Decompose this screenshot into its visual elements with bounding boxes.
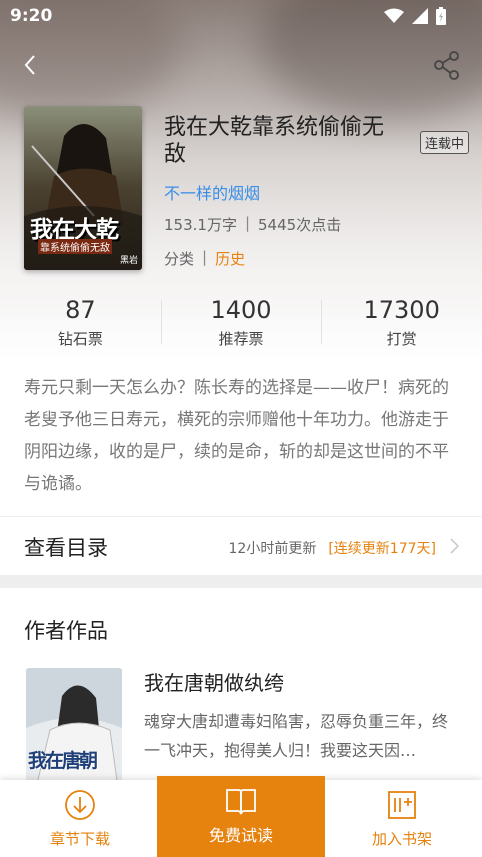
word-count: 153.1万字 — [164, 216, 237, 234]
wifi-icon — [384, 8, 404, 23]
download-icon — [65, 790, 95, 820]
battery-icon — [436, 7, 446, 25]
chevron-right-icon — [450, 538, 460, 554]
share-button[interactable] — [430, 48, 464, 82]
status-icons — [384, 7, 446, 25]
add-to-shelf-label: 加入书架 — [371, 830, 432, 848]
category-label: 分类 — [164, 250, 195, 268]
book-category: 分类 | 历史 — [164, 248, 245, 269]
signal-icon — [412, 8, 428, 24]
share-icon — [434, 51, 459, 80]
add-to-shelf-button[interactable]: 加入书架 — [322, 780, 482, 857]
author-link[interactable]: 不一样的烟烟 — [164, 180, 260, 204]
section-gap — [0, 575, 482, 588]
toc-update-streak: [连续更新177天] — [328, 541, 436, 557]
category-value[interactable]: 历史 — [215, 248, 245, 269]
stat-tips[interactable]: 17300 打赏 — [321, 292, 482, 354]
stat-value: 87 — [65, 296, 96, 324]
download-chapters-button[interactable]: 章节下载 — [0, 780, 160, 857]
cover-brand: 黑岩 — [119, 256, 138, 266]
stat-value: 1400 — [210, 296, 272, 324]
category-separator: | — [202, 248, 208, 266]
toc-label: 查看目录 — [24, 536, 108, 560]
stats-row: 87 钻石票 1400 推荐票 17300 打赏 — [0, 292, 482, 354]
book-intro[interactable]: 寿元只剩一天怎么办？陈长寿的选择是——收尸！病死的老叟予他三日寿元，横死的宗师赠… — [24, 372, 464, 500]
cover-subtitle-text: 靠系统偷偷无敌 — [38, 239, 112, 254]
meta-separator: | — [244, 214, 251, 232]
stat-label: 打赏 — [386, 330, 417, 348]
free-read-label: 免费试读 — [208, 826, 273, 845]
toc-update-info: 12小时前更新 [连续更新177天] — [229, 538, 436, 558]
status-time: 9:20 — [10, 6, 53, 26]
work-cover[interactable]: 我在唐朝 — [26, 668, 122, 788]
stat-recommend-votes[interactable]: 1400 推荐票 — [160, 292, 322, 354]
toc-updated-time: 12小时前更新 — [228, 541, 317, 557]
book-cover[interactable]: 我在大乾 靠系统偷偷无敌 黑岩 — [24, 106, 142, 270]
status-badge: 连载中 — [420, 131, 470, 154]
work-description: 魂穿大唐却遭毒妇陷害，忍辱负重三年，终一飞冲天，抱得美人归！我要这天因… — [144, 712, 449, 760]
book-meta: 153.1万字 | 5445次点击 — [164, 214, 341, 235]
bottom-action-bar: 章节下载 免费试读 加入书架 — [0, 776, 482, 857]
add-to-shelf-icon — [388, 791, 416, 819]
back-button[interactable] — [16, 50, 46, 80]
click-count: 5445次点击 — [258, 216, 342, 234]
free-read-button[interactable]: 免费试读 — [157, 776, 325, 857]
book-title: 我在大乾靠系统偷偷无敌 — [164, 115, 385, 167]
toc-row[interactable]: 查看目录 12小时前更新 [连续更新177天] — [0, 517, 482, 575]
back-icon — [24, 55, 35, 75]
stat-label: 钻石票 — [57, 330, 103, 348]
work-title[interactable]: 我在唐朝做纨绔 — [144, 667, 284, 696]
author-works-title: 作者作品 — [24, 619, 108, 643]
stat-value: 17300 — [363, 296, 440, 324]
book-open-icon — [226, 789, 256, 815]
stat-label: 推荐票 — [218, 330, 264, 348]
status-bar: 9:20 — [0, 0, 482, 34]
stat-diamond-votes[interactable]: 87 钻石票 — [0, 292, 161, 354]
download-label: 章节下载 — [49, 830, 110, 848]
work-cover-text: 我在唐朝 — [28, 750, 98, 772]
